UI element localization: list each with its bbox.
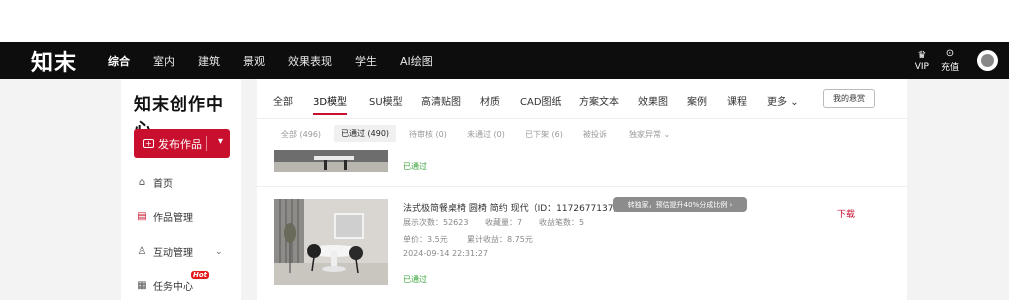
nav-item-student[interactable]: 学生 — [355, 53, 377, 69]
coin-icon: ⊙ — [945, 48, 955, 59]
total-income-stat: 累计收益：8.75元 — [467, 234, 533, 245]
my-rewards-button[interactable]: 我的悬赏 — [823, 89, 875, 108]
recharge-label: 充值 — [940, 63, 959, 73]
income-count-stat: 收益笔数：5 — [539, 217, 584, 228]
nav-item-interior[interactable]: 室内 — [153, 53, 175, 69]
works-icon: ▤ — [137, 211, 147, 222]
views-label: 展示次数： — [403, 218, 443, 227]
tab-all[interactable]: 全部 — [273, 93, 293, 108]
chevron-down-icon[interactable]: ▾ — [218, 136, 223, 147]
sidebar-item-label: 互动管理 — [153, 248, 193, 259]
browser-top-area — [0, 0, 1009, 42]
filter-approved[interactable]: 已通过 (490) — [334, 125, 397, 142]
promo-text: 转独家，预估提升40%分成比例 — [627, 200, 728, 209]
tab-cad[interactable]: CAD图纸 — [520, 93, 562, 108]
nav-item-architecture[interactable]: 建筑 — [198, 53, 220, 69]
sidebar-item-tasks[interactable]: ▦ 任务中心 Hot — [137, 271, 210, 293]
income-count-value: 5 — [579, 218, 585, 227]
status-approved: 已通过 — [403, 162, 427, 171]
publish-work-button[interactable]: + 发布作品 ▾ — [134, 129, 230, 158]
task-icon: ▦ — [137, 280, 147, 291]
views-value: 52623 — [443, 218, 469, 227]
sidebar-item-label: 任务中心 — [153, 282, 193, 293]
views-stat: 展示次数：52623 — [403, 217, 468, 228]
main-content: 全部 3D模型 SU模型 高清贴图 材质 CAD图纸 方案文本 效果图 案例 课… — [257, 79, 907, 300]
favorites-value: 7 — [517, 218, 523, 227]
main-nav: 综合 室内 建筑 景观 效果表现 学生 AI绘图 — [108, 53, 456, 69]
chevron-down-icon: ⌄ — [790, 97, 799, 108]
row-divider — [257, 186, 907, 187]
filter-all[interactable]: 全部 (496) — [281, 129, 321, 140]
sidebar-item-home[interactable]: ⌂ 首页 — [137, 175, 173, 190]
price-stat: 单价：3.5元 — [403, 234, 448, 245]
avatar-image — [981, 54, 994, 67]
exclusive-promo-tag[interactable]: 转独家，预估提升40%分成比例 › — [613, 197, 747, 212]
sidebar-item-works[interactable]: ▤ 作品管理 — [137, 209, 193, 224]
tab-more-label: 更多 — [767, 97, 787, 108]
nav-item-ai-drawing[interactable]: AI绘图 — [400, 53, 433, 69]
work-thumbnail[interactable] — [274, 199, 388, 285]
crown-icon: ♛ — [917, 49, 927, 61]
tab-cases[interactable]: 案例 — [687, 93, 707, 108]
tab-more[interactable]: 更多 ⌄ — [767, 93, 799, 108]
download-link[interactable]: 下载 — [837, 207, 855, 220]
nav-item-general[interactable]: 综合 — [108, 53, 130, 69]
favorites-label: 收藏量： — [485, 218, 517, 227]
site-logo[interactable]: 知末 — [31, 45, 91, 77]
hot-badge: Hot — [191, 271, 210, 279]
total-income-label: 累计收益： — [467, 235, 507, 244]
vip-label: VIP — [914, 61, 929, 72]
income-count-label: 收益笔数： — [539, 218, 579, 227]
sidebar-item-interaction[interactable]: ♙ 互动管理 ⌄ — [137, 244, 223, 259]
filter-delisted[interactable]: 已下架 (6) — [525, 129, 563, 140]
tab-su-model[interactable]: SU模型 — [369, 93, 403, 108]
home-icon: ⌂ — [138, 177, 146, 188]
tab-3d-model[interactable]: 3D模型 — [313, 93, 348, 115]
sidebar-item-label: 作品管理 — [153, 213, 193, 224]
work-title[interactable]: 法式极简餐桌椅 圆椅 简约 现代（ID：1172677137） — [403, 201, 622, 214]
chevron-down-icon: ⌄ — [663, 130, 671, 139]
filter-complained[interactable]: 被投诉 — [583, 129, 607, 140]
status-filter-tabs: 全部 (496) 已通过 (490) 待审核 (0) 未通过 (0) 已下架 (… — [257, 125, 907, 145]
chevron-right-icon: › — [729, 200, 733, 209]
total-income-value: 8.75元 — [507, 235, 533, 244]
tab-courses[interactable]: 课程 — [727, 93, 747, 108]
top-navbar: 知末 综合 室内 建筑 景观 效果表现 学生 AI绘图 ♛ VIP ⊙ 充值 — [0, 42, 1009, 79]
work-thumbnail[interactable] — [274, 150, 388, 172]
nav-item-rendering[interactable]: 效果表现 — [288, 53, 332, 69]
publish-label: 发布作品 — [158, 137, 202, 151]
filter-exclusive-label: 独家异常 — [629, 130, 661, 139]
nav-item-landscape[interactable]: 景观 — [243, 53, 265, 69]
nav-right-group: ♛ VIP ⊙ 充值 — [915, 42, 1009, 79]
status-approved: 已通过 — [403, 275, 427, 284]
vip-button[interactable]: ♛ VIP — [915, 50, 929, 72]
button-divider — [206, 136, 207, 151]
filter-pending[interactable]: 待审核 (0) — [409, 129, 447, 140]
thumbnail-image — [274, 199, 388, 285]
upload-date: 2024-09-14 22:31:27 — [403, 249, 488, 258]
category-tabs: 全部 3D模型 SU模型 高清贴图 材质 CAD图纸 方案文本 效果图 案例 课… — [257, 79, 907, 119]
sidebar-item-label: 首页 — [153, 179, 173, 190]
tab-hd-textures[interactable]: 高清贴图 — [421, 93, 461, 108]
recharge-button[interactable]: ⊙ 充值 — [941, 48, 959, 73]
tab-materials[interactable]: 材质 — [480, 93, 500, 108]
filter-rejected[interactable]: 未通过 (0) — [467, 129, 505, 140]
sidebar: 知末创作中心 + 发布作品 ▾ ⌂ 首页 ▤ 作品管理 ♙ 互动管理 ⌄ ▦ 任… — [121, 79, 241, 300]
price-label: 单价： — [403, 235, 427, 244]
filter-exclusive-abnormal[interactable]: 独家异常 ⌄ — [629, 129, 670, 140]
favorites-stat: 收藏量：7 — [485, 217, 522, 228]
price-value: 3.5元 — [427, 235, 448, 244]
thumbnail-image — [274, 150, 388, 172]
tab-renderings[interactable]: 效果图 — [638, 93, 668, 108]
upload-icon: + — [143, 139, 154, 148]
avatar[interactable] — [977, 50, 998, 71]
user-icon: ♙ — [137, 246, 147, 257]
chevron-down-icon: ⌄ — [215, 246, 223, 257]
tab-proposal[interactable]: 方案文本 — [579, 93, 619, 108]
